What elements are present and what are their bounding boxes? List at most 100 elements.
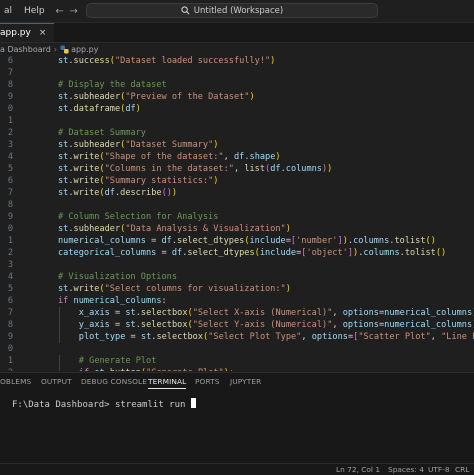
line-number: 6	[7, 56, 13, 66]
editor-tab-bar: app.py ×	[0, 23, 474, 43]
code-line[interactable]: 3	[0, 259, 474, 271]
tab-debug-console[interactable]: DEBUG CONSOLE	[81, 377, 147, 386]
code-text: if st.button("Generate Plot"):	[79, 367, 234, 371]
code-token: df	[171, 248, 183, 258]
code-token: if	[58, 296, 74, 306]
terminal[interactable]: F:\Data Dashboard> streamlit run	[0, 391, 474, 463]
code-line[interactable]: 2 categorical_columns = df.select_dtypes(…	[0, 247, 474, 259]
code-token: include	[259, 248, 297, 258]
code-line[interactable]: 6 st.success("Dataset loaded successfully…	[0, 55, 474, 67]
code-text: st.dataframe(df)	[58, 103, 141, 115]
code-token: options	[342, 308, 379, 318]
code-token: ()	[161, 188, 172, 198]
terminal-command[interactable]: streamlit run	[110, 400, 191, 410]
code-token: # Column Selection for Analysis	[58, 212, 219, 222]
code-token: categorical_columns	[58, 248, 157, 258]
tab-ports[interactable]: PORTS	[195, 377, 220, 386]
code-line[interactable]: 7 st.write(df.describe())	[0, 187, 474, 199]
command-center-search[interactable]: Untitled (Workspace)	[86, 3, 378, 18]
back-arrow-icon[interactable]: ←	[53, 6, 67, 17]
code-token: )	[327, 164, 333, 174]
code-token: ,	[430, 332, 442, 342]
code-line[interactable]: 7 x_axis = st.selectbox("Select X-axis (N…	[0, 307, 474, 319]
code-token: st	[125, 320, 136, 330]
code-token: selectbox	[140, 320, 188, 330]
code-token: =	[109, 308, 126, 318]
code-line[interactable]: 5 st.write("Columns in the dataset:", lis…	[0, 163, 474, 175]
menu-item-view[interactable]: al	[4, 6, 12, 16]
tab-jupyter[interactable]: JUPYTER	[230, 377, 261, 386]
tab-terminal[interactable]: TERMINAL	[148, 377, 187, 389]
code-line[interactable]: 9 plot_type = st.selectbox("Select Plot T…	[0, 331, 474, 343]
code-token: =	[109, 320, 126, 330]
panel-tab-bar: OBLEMS OUTPUT DEBUG CONSOLE TERMINAL POR…	[0, 372, 474, 391]
line-number: 0	[7, 224, 13, 234]
code-token: shape	[249, 152, 276, 162]
indent-guide	[59, 331, 60, 343]
code-token: numerical_columns	[384, 320, 473, 330]
code-token: numerical_columns	[58, 236, 146, 246]
code-line[interactable]: 3 st.subheader("Dataset Summary")	[0, 139, 474, 151]
code-token: )	[285, 224, 291, 234]
code-token: options	[311, 332, 348, 342]
code-token: )	[171, 188, 178, 198]
forward-arrow-icon[interactable]: →	[67, 6, 81, 17]
code-line[interactable]: 6 st.write("Summary statistics:")	[0, 175, 474, 187]
menu-item-help[interactable]: Help	[24, 6, 45, 16]
line-number: 1	[7, 236, 13, 246]
line-number: 0	[7, 344, 13, 354]
workspace-title: Untitled (Workspace)	[193, 5, 284, 16]
code-line[interactable]: 8	[0, 199, 474, 211]
code-token: 'number'	[296, 236, 338, 246]
code-line[interactable]: 0 st.subheader("Data Analysis & Visualiza…	[0, 223, 474, 235]
code-line[interactable]: 0 st.dataframe(df)	[0, 103, 474, 115]
close-icon[interactable]: ×	[39, 28, 47, 38]
line-number: 2	[7, 248, 13, 258]
breadcrumb-folder[interactable]: a Dashboard	[0, 45, 51, 54]
code-line[interactable]: 7	[0, 67, 474, 79]
code-token: plot_type	[78, 332, 126, 342]
code-line[interactable]: 8 y_axis = st.selectbox("Select Y-axis (N…	[0, 319, 474, 331]
code-line[interactable]: 1 numerical_columns = df.select_dtypes(in…	[0, 235, 474, 247]
code-token: select_dtypes	[177, 236, 245, 246]
code-token: :	[161, 296, 167, 306]
code-line[interactable]: 9 # Column Selection for Analysis	[0, 211, 474, 223]
code-line[interactable]: 1 # Generate Plot	[0, 355, 474, 367]
code-editor[interactable]: 6 st.success("Dataset loaded successfully…	[0, 55, 474, 371]
code-token: ()	[435, 248, 447, 258]
code-line[interactable]: 1	[0, 115, 474, 127]
code-text: # Display the dataset	[58, 79, 167, 91]
code-text: st.subheader("Dataset Summary")	[58, 139, 218, 151]
indent-guide	[59, 307, 60, 319]
tab-output[interactable]: OUTPUT	[41, 377, 72, 386]
code-token: =	[156, 248, 172, 258]
code-token: "Line Plot"	[441, 332, 474, 342]
tab-problems[interactable]: OBLEMS	[0, 377, 31, 386]
code-line[interactable]: 6 if numerical_columns:	[0, 295, 474, 307]
status-cursor-position[interactable]: Ln 72, Col 1	[336, 465, 380, 474]
code-token: "Preview of the Dataset"	[125, 92, 250, 102]
code-line[interactable]: 5 st.write("Select columns for visualizat…	[0, 283, 474, 295]
line-number: 8	[7, 80, 13, 90]
tab-app-py[interactable]: app.py ×	[0, 23, 54, 42]
code-text: st.subheader("Data Analysis & Visualizat…	[58, 223, 291, 235]
code-token: "Select Y-axis (Numerical)"	[192, 320, 333, 330]
code-line[interactable]: 2 if st.button("Generate Plot"):	[0, 367, 474, 371]
code-token: # Generate Plot	[78, 356, 157, 366]
code-token: st	[58, 176, 69, 186]
breadcrumb-file[interactable]: app.py	[71, 45, 98, 54]
code-line[interactable]: 4 st.write("Shape of the dataset:", df.sh…	[0, 151, 474, 163]
indent-guide	[59, 367, 60, 371]
code-line[interactable]: 8 # Display the dataset	[0, 79, 474, 91]
status-encoding[interactable]: UTF-8	[428, 465, 450, 474]
code-line[interactable]: 9 st.subheader("Preview of the Dataset")	[0, 91, 474, 103]
code-line[interactable]: 0	[0, 343, 474, 355]
code-token: "Dataset Summary"	[125, 140, 214, 150]
code-text: numerical_columns = df.select_dtypes(inc…	[58, 235, 436, 247]
title-bar: al Help ← → Untitled (Workspace)	[0, 0, 474, 23]
code-line[interactable]: 2 # Dataset Summary	[0, 127, 474, 139]
code-token: selectbox	[156, 332, 204, 342]
status-eol[interactable]: CRL	[455, 465, 469, 474]
status-indentation[interactable]: Spaces: 4	[388, 465, 424, 474]
code-line[interactable]: 4 # Visualization Options	[0, 271, 474, 283]
